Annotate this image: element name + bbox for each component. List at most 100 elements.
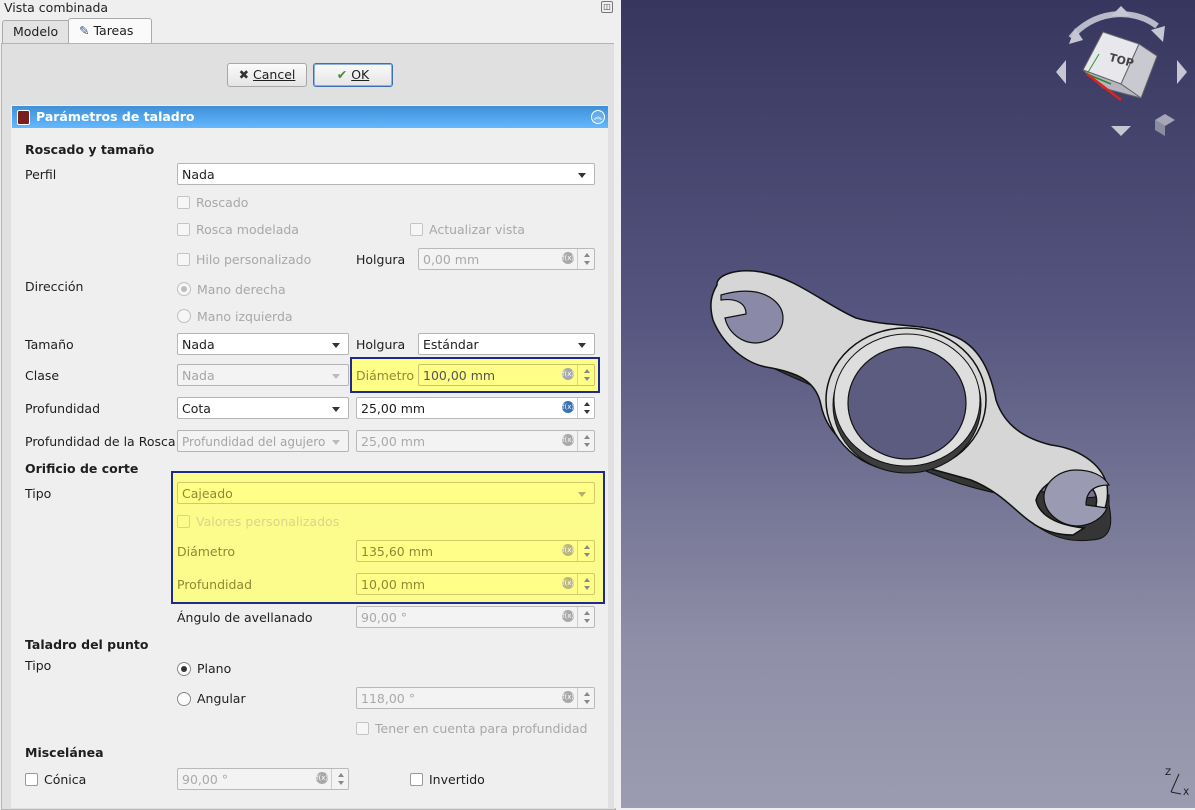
chevron-down-icon bbox=[332, 440, 340, 445]
hole-icon bbox=[17, 110, 30, 125]
class-value: Nada bbox=[182, 368, 215, 383]
calculator-icon: f(x) bbox=[562, 368, 575, 380]
taper-angle-spinbox[interactable]: 90,00 ° f(x) bbox=[177, 768, 349, 790]
dock-title: Vista combinada bbox=[4, 0, 109, 15]
right-hand-radio[interactable] bbox=[177, 282, 191, 296]
flat-label: Plano bbox=[197, 661, 232, 676]
point-type-label: Tipo bbox=[25, 658, 52, 673]
chevron-down-icon bbox=[578, 492, 586, 497]
clearance-spinbox[interactable]: 0,00 mm f(x) bbox=[418, 248, 595, 270]
size-label: Tamaño bbox=[25, 337, 74, 352]
fit-label: Holgura bbox=[356, 337, 406, 352]
countersink-spinbox[interactable]: 90,00 ° f(x) bbox=[356, 606, 595, 628]
calculator-icon: f(x) bbox=[316, 772, 329, 784]
modeled-thread-checkbox[interactable] bbox=[177, 223, 190, 236]
splitter[interactable] bbox=[614, 0, 621, 808]
size-combo[interactable]: Nada bbox=[177, 333, 349, 355]
include-depth-checkbox[interactable] bbox=[356, 722, 369, 735]
profile-value: Nada bbox=[182, 167, 215, 182]
cut-diameter-label: Diámetro bbox=[177, 544, 236, 559]
profile-combo[interactable]: Nada bbox=[177, 163, 595, 185]
custom-thread-checkbox[interactable] bbox=[177, 253, 190, 266]
direction-label: Dirección bbox=[25, 279, 84, 294]
calculator-icon: f(x) bbox=[562, 434, 575, 446]
cut-type-value: Cajeado bbox=[182, 486, 233, 501]
thread-depth-mode-combo[interactable]: Profundidad del agujero bbox=[177, 430, 349, 452]
depth-label: Profundidad bbox=[25, 401, 101, 416]
update-view-label: Actualizar vista bbox=[429, 222, 525, 237]
diameter-label: Diámetro bbox=[356, 368, 415, 383]
taper-angle-value: 90,00 ° bbox=[182, 772, 229, 787]
calculator-icon: f(x) bbox=[562, 577, 575, 589]
class-combo[interactable]: Nada bbox=[177, 364, 349, 386]
axis-x-label: X bbox=[1183, 788, 1190, 798]
ok-label: OK bbox=[351, 67, 370, 82]
navigation-cube[interactable] bbox=[1051, 4, 1191, 144]
dock-float-button[interactable]: ◫ bbox=[601, 1, 613, 13]
chevron-down-icon bbox=[578, 343, 586, 348]
3d-viewport[interactable]: TOP Z X bbox=[621, 0, 1195, 808]
profile-label: Perfil bbox=[25, 167, 57, 182]
thread-depth-label: Profundidad de la Rosca bbox=[25, 434, 176, 449]
diameter-value: 100,00 mm bbox=[423, 368, 496, 383]
left-hand-label: Mano izquierda bbox=[197, 309, 293, 324]
section-cut: Orificio de corte bbox=[25, 461, 139, 476]
section-drill-point: Taladro del punto bbox=[25, 637, 149, 652]
chevron-down-icon bbox=[332, 374, 340, 379]
tab-model[interactable]: Modelo bbox=[2, 20, 70, 43]
tapered-checkbox[interactable] bbox=[25, 773, 38, 786]
cut-depth-value: 10,00 mm bbox=[361, 577, 426, 592]
chevron-down-icon bbox=[578, 173, 586, 178]
section-misc: Miscelánea bbox=[25, 745, 104, 760]
cut-type-label: Tipo bbox=[25, 486, 52, 501]
axis-z-label: Z bbox=[1165, 768, 1172, 778]
angled-label: Angular bbox=[197, 691, 246, 706]
threaded-checkbox[interactable] bbox=[177, 196, 190, 209]
pencil-icon: ✎ bbox=[79, 23, 90, 38]
flat-radio[interactable] bbox=[177, 662, 191, 676]
countersink-label: Ángulo de avellanado bbox=[177, 610, 313, 625]
angled-radio[interactable] bbox=[177, 692, 191, 706]
left-hand-radio[interactable] bbox=[177, 309, 191, 323]
calculator-icon: f(x) bbox=[562, 691, 575, 703]
cancel-icon: ✖ bbox=[238, 67, 250, 82]
tab-tasks[interactable]: ✎ Tareas bbox=[68, 18, 152, 43]
collapse-icon[interactable]: ︽ bbox=[591, 110, 605, 124]
reversed-checkbox[interactable] bbox=[410, 773, 423, 786]
ok-button[interactable]: ✔ OK bbox=[313, 63, 393, 87]
point-angle-value: 118,00 ° bbox=[361, 691, 415, 706]
cut-diameter-value: 135,60 mm bbox=[361, 544, 434, 559]
diameter-spinbox[interactable]: 100,00 mm f(x) bbox=[418, 364, 595, 386]
calculator-icon: f(x) bbox=[562, 401, 575, 413]
section-threading: Roscado y tamaño bbox=[25, 142, 155, 157]
cut-depth-label: Profundidad bbox=[177, 577, 253, 592]
panel-header: Parámetros de taladro bbox=[12, 106, 608, 128]
calculator-icon: f(x) bbox=[562, 544, 575, 556]
custom-values-label: Valores personalizados bbox=[196, 514, 340, 529]
chevron-down-icon bbox=[332, 407, 340, 412]
depth-mode-combo[interactable]: Cota bbox=[177, 397, 349, 419]
cut-depth-spinbox[interactable]: 10,00 mm f(x) bbox=[356, 573, 595, 595]
countersink-value: 90,00 ° bbox=[361, 610, 408, 625]
clearance-value: 0,00 mm bbox=[423, 252, 480, 267]
fit-combo[interactable]: Estándar bbox=[418, 333, 595, 355]
depth-spinbox[interactable]: 25,00 mm f(x) bbox=[356, 397, 595, 419]
ok-icon: ✔ bbox=[336, 67, 348, 82]
panel-title: Parámetros de taladro bbox=[36, 109, 195, 124]
fit-value: Estándar bbox=[423, 337, 479, 352]
point-angle-spinbox[interactable]: 118,00 ° f(x) bbox=[356, 687, 595, 709]
cut-type-combo[interactable]: Cajeado bbox=[177, 482, 595, 504]
size-value: Nada bbox=[182, 337, 215, 352]
calculator-icon: f(x) bbox=[562, 252, 575, 264]
depth-value: 25,00 mm bbox=[361, 401, 426, 416]
update-view-checkbox[interactable] bbox=[410, 223, 423, 236]
custom-values-checkbox[interactable] bbox=[177, 515, 190, 528]
cut-diameter-spinbox[interactable]: 135,60 mm f(x) bbox=[356, 540, 595, 562]
thread-depth-value: 25,00 mm bbox=[361, 434, 426, 449]
cancel-button[interactable]: ✖ Cancel bbox=[227, 63, 307, 87]
thread-depth-mode-value: Profundidad del agujero bbox=[182, 435, 326, 449]
include-depth-label: Tener en cuenta para profundidad bbox=[375, 721, 588, 736]
thread-depth-spinbox[interactable]: 25,00 mm f(x) bbox=[356, 430, 595, 452]
cancel-label: Cancel bbox=[253, 67, 296, 82]
right-hand-label: Mano derecha bbox=[197, 282, 286, 297]
